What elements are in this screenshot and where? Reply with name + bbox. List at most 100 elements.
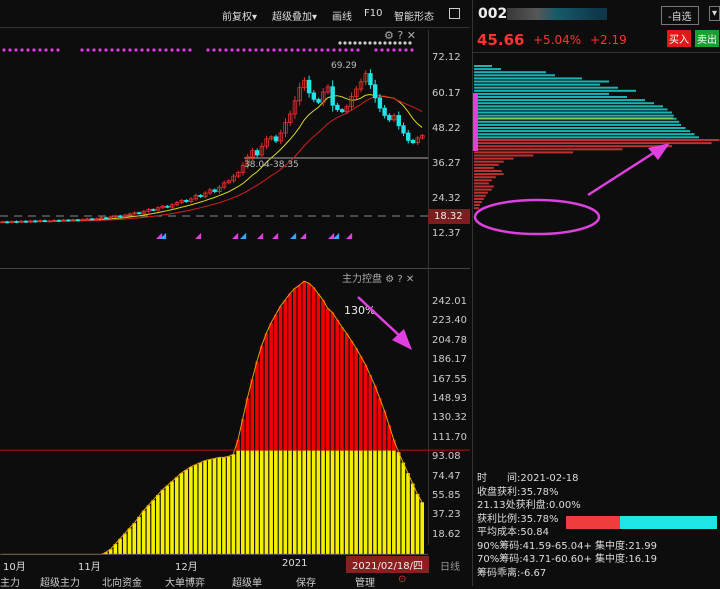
help-icon[interactable]: ? xyxy=(397,29,403,42)
control-bar-yellow xyxy=(118,538,122,555)
watchlist-dropdown-icon[interactable]: ▾ xyxy=(709,6,720,21)
gear-icon[interactable]: ⚙ xyxy=(385,274,394,285)
signal-marker: ◢ xyxy=(333,231,340,240)
control-bar-yellow xyxy=(259,450,264,555)
control-bar-red xyxy=(321,299,325,451)
control-bar-yellow xyxy=(307,450,311,555)
signal-dot xyxy=(104,48,108,52)
signal-dot xyxy=(116,48,120,52)
axis-tick: 242.01 xyxy=(432,296,467,307)
tab-super-main[interactable]: 超级主力 xyxy=(40,574,80,589)
control-bar-yellow xyxy=(127,528,132,555)
price-range-marker xyxy=(473,93,478,151)
divider xyxy=(473,52,720,53)
chip-distribution xyxy=(473,65,720,210)
period-label[interactable]: 日线 xyxy=(440,558,460,573)
axis-tick: 186.17 xyxy=(432,354,467,366)
info-deviation: 筹码乖离:-6.67 xyxy=(477,567,547,579)
sell-button[interactable]: 卖出 xyxy=(695,30,719,47)
expand-icon[interactable]: ⊙ xyxy=(398,574,406,585)
tab-manage[interactable]: 管理 xyxy=(355,574,375,589)
candle xyxy=(401,125,406,134)
gear-icon[interactable]: ⚙ xyxy=(384,29,394,42)
signal-dot xyxy=(32,48,36,52)
close-icon[interactable]: ✕ xyxy=(407,29,416,42)
chart-canvas[interactable]: ◢◢ ◢ ◢ ◢ ◢ ◢ ◢ ◢ ◢◢ ◢ xyxy=(0,0,470,586)
help-icon[interactable]: ? xyxy=(397,274,402,285)
signal-dot xyxy=(368,41,372,45)
tab-main[interactable]: 主力 xyxy=(0,574,20,589)
watchlist-button[interactable]: -自选 xyxy=(661,6,699,25)
signal-dot xyxy=(140,48,144,52)
control-bar-yellow xyxy=(354,450,358,555)
chip-bar-profit xyxy=(474,120,680,123)
signal-dot xyxy=(373,41,377,45)
tab-save[interactable]: 保存 xyxy=(296,574,316,589)
control-bar-yellow xyxy=(415,493,420,555)
info-90: 90%筹码:41.59-65.04+ 集中度:21.99 xyxy=(477,540,658,552)
signal-dot xyxy=(26,48,30,52)
control-bar-red xyxy=(382,410,387,451)
axis-tick: 55.85 xyxy=(432,490,461,501)
control-bar-yellow xyxy=(377,450,382,555)
candle xyxy=(382,107,387,116)
control-bar-yellow xyxy=(222,457,226,555)
close-icon[interactable]: ✕ xyxy=(406,274,414,285)
control-bar-yellow xyxy=(373,450,377,555)
signal-dot xyxy=(272,48,276,52)
chip-bar-profit xyxy=(474,130,690,133)
signal-dot xyxy=(314,48,318,52)
chip-bar-profit xyxy=(474,77,582,80)
chip-bar-profit xyxy=(474,96,627,98)
control-bar-yellow xyxy=(316,450,321,555)
control-bar-red xyxy=(292,288,297,451)
candle xyxy=(212,189,217,193)
control-bar-red xyxy=(354,347,358,451)
control-bar-yellow xyxy=(420,502,424,555)
chip-bar-profit xyxy=(474,108,668,111)
candle xyxy=(14,221,19,223)
info-close-profit: 收盘获利:35.78% xyxy=(477,486,559,498)
control-bar-yellow xyxy=(359,450,363,555)
control-bar-red xyxy=(245,397,250,451)
tab-northbound[interactable]: 北向资金 xyxy=(102,574,142,589)
candle xyxy=(339,109,345,113)
control-bar-red xyxy=(316,293,321,451)
candle xyxy=(151,209,156,211)
signal-dot xyxy=(80,48,84,52)
signal-dot xyxy=(348,41,352,45)
signal-dot xyxy=(152,48,156,52)
control-bar-red xyxy=(330,312,335,451)
chip-bar-loss xyxy=(474,142,712,145)
control-bar-yellow xyxy=(344,450,349,555)
profit-ratio-bar xyxy=(566,516,717,529)
signal-dot xyxy=(410,48,414,52)
signal-dot xyxy=(242,48,246,52)
control-bar-red xyxy=(274,314,278,451)
control-bar-red xyxy=(264,333,269,451)
control-bar-red xyxy=(340,327,344,451)
candle xyxy=(103,217,109,220)
control-bar-yellow xyxy=(151,500,155,555)
control-bar-yellow xyxy=(297,450,302,555)
control-bar-yellow xyxy=(141,510,146,555)
signal-dot xyxy=(290,48,294,52)
signal-dot xyxy=(356,48,360,52)
chip-bar-profit xyxy=(474,114,674,117)
candle xyxy=(42,220,47,223)
control-bar-red xyxy=(297,285,302,451)
buy-button[interactable]: 买入 xyxy=(667,30,691,47)
tab-big-order[interactable]: 大单博弈 xyxy=(165,574,205,589)
candle xyxy=(387,115,392,121)
candle xyxy=(335,104,340,111)
chip-bar-loss xyxy=(474,166,494,169)
axis-tick: 111.70 xyxy=(432,431,467,443)
signal-dot xyxy=(260,48,264,52)
control-bar-red xyxy=(269,322,273,451)
control-bar-red xyxy=(288,293,292,451)
candle xyxy=(316,98,321,103)
tab-super-order[interactable]: 超级单 xyxy=(232,574,262,589)
control-bar-red xyxy=(335,319,340,451)
signal-dot xyxy=(302,48,306,52)
control-bar-yellow xyxy=(302,450,306,555)
